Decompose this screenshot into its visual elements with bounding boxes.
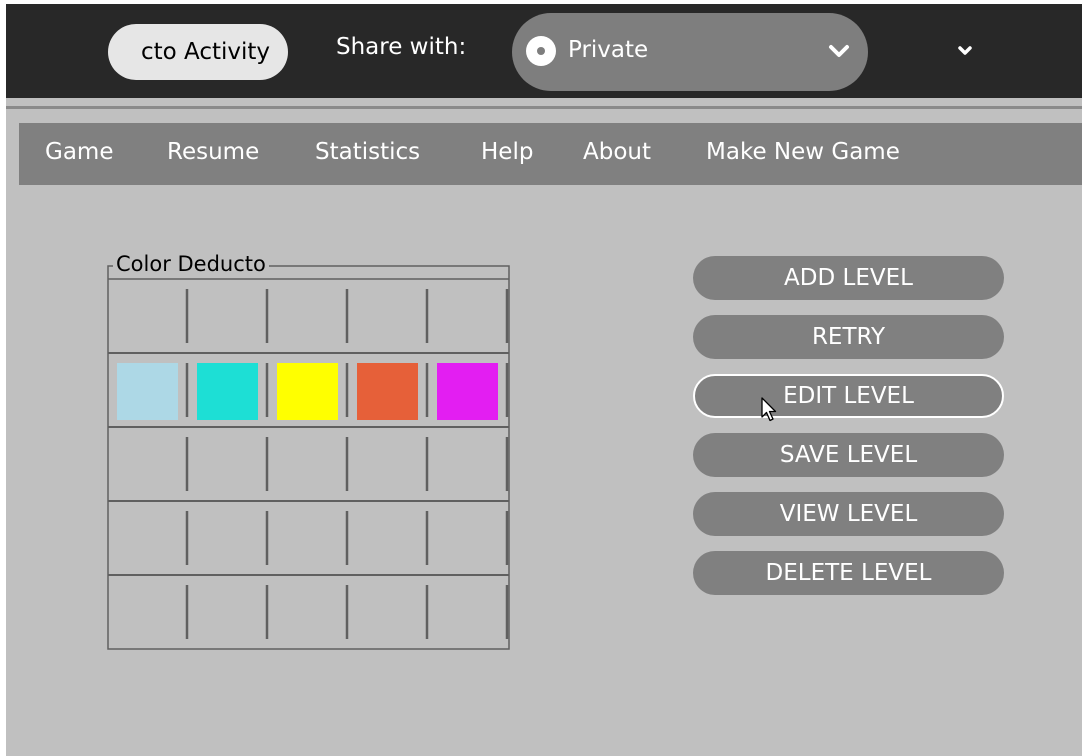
color-cell-light-blue[interactable] [117,363,178,420]
share-with-label: Share with: [336,34,467,60]
activity-name-field[interactable]: cto Activity [108,24,288,80]
toolbar-divider-line [6,106,1082,109]
view-level-label: VIEW LEVEL [779,501,918,527]
retry-button[interactable]: RETRY [693,315,1004,359]
menu-item-resume[interactable]: Resume [167,139,259,165]
save-level-label: SAVE LEVEL [779,442,918,468]
color-cell-yellow[interactable] [277,363,338,420]
delete-level-button[interactable]: DELETE LEVEL [693,551,1004,595]
menu-item-help[interactable]: Help [481,139,533,165]
menu-item-about[interactable]: About [583,139,651,165]
menu-item-statistics[interactable]: Statistics [315,139,420,165]
share-with-value: Private [568,37,649,63]
radio-dot-icon [526,36,556,66]
color-cell-orange[interactable] [357,363,418,420]
view-level-button[interactable]: VIEW LEVEL [693,492,1004,536]
activity-window: cto Activity Share with: Private Game Re… [6,4,1082,756]
activity-toolbar: cto Activity Share with: Private [6,4,1082,98]
color-cell-magenta[interactable] [437,363,498,420]
board-title: Color Deducto [113,252,269,276]
activity-name-text: cto Activity [140,39,270,65]
board-grid [107,265,510,650]
add-level-label: ADD LEVEL [784,265,913,291]
menu-item-make-new-game[interactable]: Make New Game [706,139,900,165]
color-cell-cyan[interactable] [197,363,258,420]
toolbar-separator [6,98,1082,102]
share-with-select[interactable]: Private [512,13,868,91]
edit-level-label: EDIT LEVEL [783,383,914,409]
mouse-pointer-icon [761,397,777,422]
game-board: Color Deducto [107,252,510,650]
chevron-down-icon [829,45,849,57]
retry-label: RETRY [811,324,886,350]
menu-item-game[interactable]: Game [45,139,113,165]
add-level-button[interactable]: ADD LEVEL [693,256,1004,300]
menu-bar: Game Resume Statistics Help About Make N… [19,123,1082,185]
toolbar-overflow-chevron-icon[interactable] [958,46,972,56]
save-level-button[interactable]: SAVE LEVEL [693,433,1004,477]
delete-level-label: DELETE LEVEL [765,560,932,586]
edit-level-button[interactable]: EDIT LEVEL [693,374,1004,418]
